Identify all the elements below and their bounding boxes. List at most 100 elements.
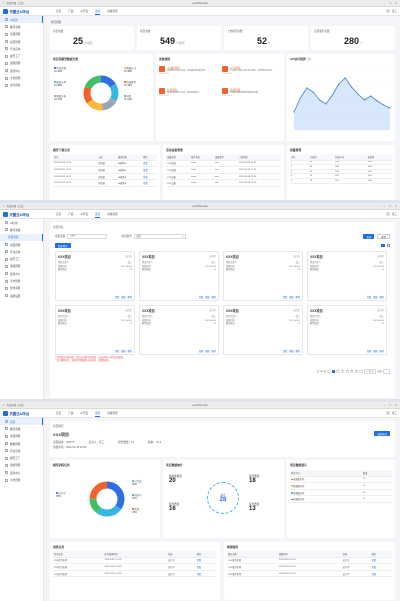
sidebar-item[interactable]: 运维管理 bbox=[0, 263, 43, 270]
close-icon[interactable]: × bbox=[395, 1, 397, 5]
edit-link[interactable]: 编辑 bbox=[373, 349, 377, 353]
notice-item[interactable]: 公告通知 平台将于本周六进行例行维护，请合理安排时间。 2021-06-01 bbox=[222, 66, 282, 75]
project-card[interactable]: XXX项目 运行中 项目负责人 张三 创建时间 2021-06-08 模型数量 12 查看 编辑删… bbox=[307, 305, 387, 355]
view-link[interactable]: 查看 bbox=[115, 295, 119, 299]
view-link[interactable]: 查看 bbox=[199, 349, 203, 353]
sidebar-item[interactable]: AI应用 bbox=[0, 219, 43, 226]
sidebar-item[interactable]: 项目列表 bbox=[0, 233, 43, 241]
minimize-icon[interactable]: − bbox=[384, 403, 386, 407]
project-card[interactable]: XXX项目 运行中 项目负责人 张三 创建时间 2021-06-08 模型数量 12 查看 编辑删… bbox=[139, 251, 219, 301]
sidebar-item[interactable]: 模型工厂 bbox=[0, 454, 43, 461]
delete-link[interactable]: 删除 bbox=[296, 295, 300, 299]
sidebar-item[interactable]: 交付审核 bbox=[0, 82, 43, 89]
project-name-input[interactable] bbox=[67, 234, 108, 239]
next-page-button[interactable]: › bbox=[359, 369, 363, 373]
grid-view-icon[interactable] bbox=[381, 244, 385, 248]
close-icon[interactable]: × bbox=[395, 204, 397, 208]
goto-page-input[interactable] bbox=[383, 369, 390, 374]
sidebar-item[interactable]: 运营中心 bbox=[0, 67, 43, 74]
sidebar-item[interactable]: 交付审核 bbox=[0, 285, 43, 292]
view-link[interactable]: 查看 bbox=[199, 295, 203, 299]
edit-link[interactable]: 编辑 bbox=[205, 295, 209, 299]
sidebar-item[interactable]: 首页 bbox=[0, 418, 43, 426]
nav-product[interactable]: 产品 bbox=[68, 211, 73, 217]
delete-link[interactable]: 删除 bbox=[380, 295, 384, 299]
minimize-icon[interactable]: − bbox=[384, 1, 386, 5]
sidebar-item[interactable]: AI应用 bbox=[0, 16, 43, 24]
nav-ai-dev[interactable]: AI开发 bbox=[80, 211, 88, 217]
view-link[interactable]: 查看 bbox=[115, 349, 119, 353]
user-menu[interactable]: 张三 bbox=[385, 9, 397, 13]
sidebar-item[interactable]: 运营中心 bbox=[0, 270, 43, 277]
delete-link[interactable]: 删除 bbox=[380, 349, 384, 353]
sidebar-item[interactable]: 行业应用 bbox=[0, 45, 43, 52]
maximize-icon[interactable]: □ bbox=[389, 403, 391, 407]
row-action-link[interactable]: 查看 bbox=[142, 179, 157, 187]
row-action-link[interactable]: 查看 bbox=[142, 173, 157, 181]
list-view-icon[interactable] bbox=[386, 244, 390, 248]
nav-product[interactable]: 产品 bbox=[68, 410, 73, 416]
row-action-link[interactable]: 查看 bbox=[370, 557, 392, 565]
nav-system[interactable]: 系统管理 bbox=[107, 410, 117, 416]
close-tab-button[interactable]: × bbox=[3, 205, 4, 208]
nav-system[interactable]: 系统管理 bbox=[107, 211, 117, 217]
view-link[interactable]: 查看 bbox=[283, 349, 287, 353]
edit-project-button[interactable]: 编辑项目 bbox=[374, 431, 390, 436]
project-card[interactable]: XXX项目 运行中 项目负责人 张三 创建时间 2021-06-08 模型数量 12 查看 编辑删… bbox=[55, 305, 135, 355]
sidebar-item[interactable]: 模型工厂 bbox=[0, 255, 43, 262]
nav-product[interactable]: 产品 bbox=[68, 8, 73, 14]
delete-link[interactable]: 删除 bbox=[128, 295, 132, 299]
close-tab-button[interactable]: × bbox=[3, 2, 4, 5]
project-card[interactable]: XXX项目 运行中 项目负责人 张三 创建时间 2021-06-08 模型数量 12 查看 编辑删… bbox=[139, 305, 219, 355]
sidebar-item[interactable]: 运营中心 bbox=[0, 469, 43, 476]
reset-button[interactable]: 重置 bbox=[377, 234, 390, 239]
row-action-link[interactable]: 查看 bbox=[195, 557, 217, 565]
edit-link[interactable]: 编辑 bbox=[373, 295, 377, 299]
nav-ai-dev[interactable]: AI开发 bbox=[80, 410, 88, 416]
sidebar-item[interactable]: 项目管理 bbox=[0, 241, 43, 248]
page-button[interactable]: 4 bbox=[345, 369, 349, 373]
row-action-link[interactable]: 查看 bbox=[142, 166, 157, 174]
notice-item[interactable]: 运维管理 运维管理模块新增告警配置功能。 2021-06-01 bbox=[222, 88, 282, 97]
nav-home[interactable]: 首页 bbox=[56, 211, 61, 217]
page-button[interactable]: 1 bbox=[331, 369, 336, 373]
nav-operation[interactable]: 运营 bbox=[95, 410, 101, 417]
user-menu[interactable]: 张三 bbox=[385, 212, 397, 216]
sidebar-item[interactable]: 平台管理 bbox=[0, 476, 43, 483]
edit-link[interactable]: 编辑 bbox=[121, 349, 125, 353]
sidebar-item[interactable]: 行业应用 bbox=[0, 248, 43, 255]
row-action-link[interactable]: 查看 bbox=[195, 563, 217, 571]
row-action-link[interactable]: 查看 bbox=[370, 570, 392, 578]
sidebar-item[interactable]: 运维管理 bbox=[0, 462, 43, 469]
project-type-select[interactable]: 全部 ▾ bbox=[133, 234, 186, 239]
minimize-icon[interactable]: − bbox=[384, 204, 386, 208]
page-button[interactable]: 3 bbox=[340, 369, 345, 373]
project-card[interactable]: XXX项目 运行中 项目负责人 张三 创建时间 2021-06-08 模型数量 12 查看 编辑删… bbox=[223, 305, 303, 355]
page-button[interactable]: 5 bbox=[350, 369, 354, 373]
page-button[interactable]: 6 bbox=[354, 369, 359, 373]
close-tab-button[interactable]: × bbox=[3, 404, 4, 407]
edit-link[interactable]: 编辑 bbox=[289, 349, 293, 353]
edit-link[interactable]: 编辑 bbox=[289, 295, 293, 299]
nav-operation[interactable]: 运营 bbox=[95, 8, 101, 15]
sidebar-item[interactable]: 推荐系统 bbox=[0, 226, 43, 233]
nav-ai-dev[interactable]: AI开发 bbox=[80, 8, 88, 14]
project-card[interactable]: XXX项目 运行中 项目负责人 张三 创建时间 2021-06-08 模型数量 12 查看 编辑删… bbox=[55, 251, 135, 301]
row-action-link[interactable]: 查看 bbox=[142, 160, 157, 168]
sidebar-item[interactable]: 数据管理 bbox=[0, 440, 43, 447]
page-size-select[interactable]: 10条/页 bbox=[363, 369, 377, 374]
edit-link[interactable]: 编辑 bbox=[121, 295, 125, 299]
delete-link[interactable]: 删除 bbox=[296, 349, 300, 353]
nav-home[interactable]: 首页 bbox=[56, 410, 61, 416]
project-card[interactable]: XXX项目 运行中 项目负责人 张三 创建时间 2021-06-08 模型数量 12 查看 编辑删… bbox=[223, 251, 303, 301]
nav-operation[interactable]: 运营 bbox=[95, 211, 101, 218]
close-icon[interactable]: × bbox=[395, 403, 397, 407]
edit-link[interactable]: 编辑 bbox=[205, 349, 209, 353]
maximize-icon[interactable]: □ bbox=[389, 1, 391, 5]
page-button[interactable]: 2 bbox=[336, 369, 340, 373]
maximize-icon[interactable]: □ bbox=[389, 204, 391, 208]
view-link[interactable]: 查看 bbox=[283, 295, 287, 299]
search-button[interactable]: 查询 bbox=[363, 234, 375, 239]
row-action-link[interactable]: 查看 bbox=[195, 570, 217, 578]
sidebar-item[interactable]: 推荐系统 bbox=[0, 23, 43, 30]
